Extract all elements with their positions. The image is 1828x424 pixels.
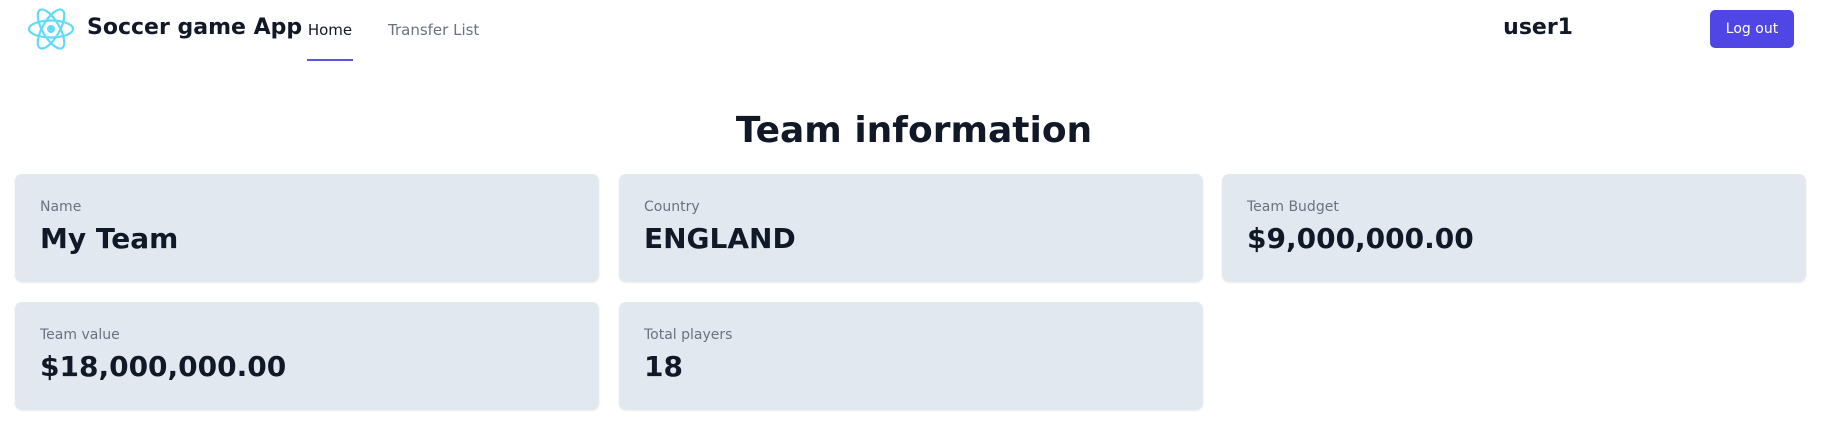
tab-home[interactable]: Home <box>307 0 353 61</box>
card-value: $9,000,000.00 <box>1247 222 1474 255</box>
card-label: Name <box>40 199 82 215</box>
page-title: Team information <box>735 110 1093 151</box>
card-value: My Team <box>40 222 179 255</box>
card-label: Country <box>644 199 700 215</box>
navbar: Soccer game App Home Transfer List user1… <box>0 0 1828 62</box>
card-label: Total players <box>644 327 733 343</box>
app-title[interactable]: Soccer game App <box>87 15 302 40</box>
team-name-card: Name My Team <box>15 174 599 282</box>
total-players-card: Total players 18 <box>619 302 1203 410</box>
card-label: Team value <box>40 327 120 343</box>
tab-transfer-list[interactable]: Transfer List <box>388 0 494 61</box>
react-atom-icon[interactable] <box>27 7 75 51</box>
card-value: ENGLAND <box>644 222 796 255</box>
card-label: Team Budget <box>1247 199 1339 215</box>
team-budget-card: Team Budget $9,000,000.00 <box>1222 174 1806 282</box>
country-card: Country ENGLAND <box>619 174 1203 282</box>
card-value: $18,000,000.00 <box>40 350 287 383</box>
team-value-card: Team value $18,000,000.00 <box>15 302 599 410</box>
username: user1 <box>1503 15 1573 40</box>
card-value: 18 <box>644 350 683 383</box>
logout-button[interactable]: Log out <box>1710 10 1794 48</box>
